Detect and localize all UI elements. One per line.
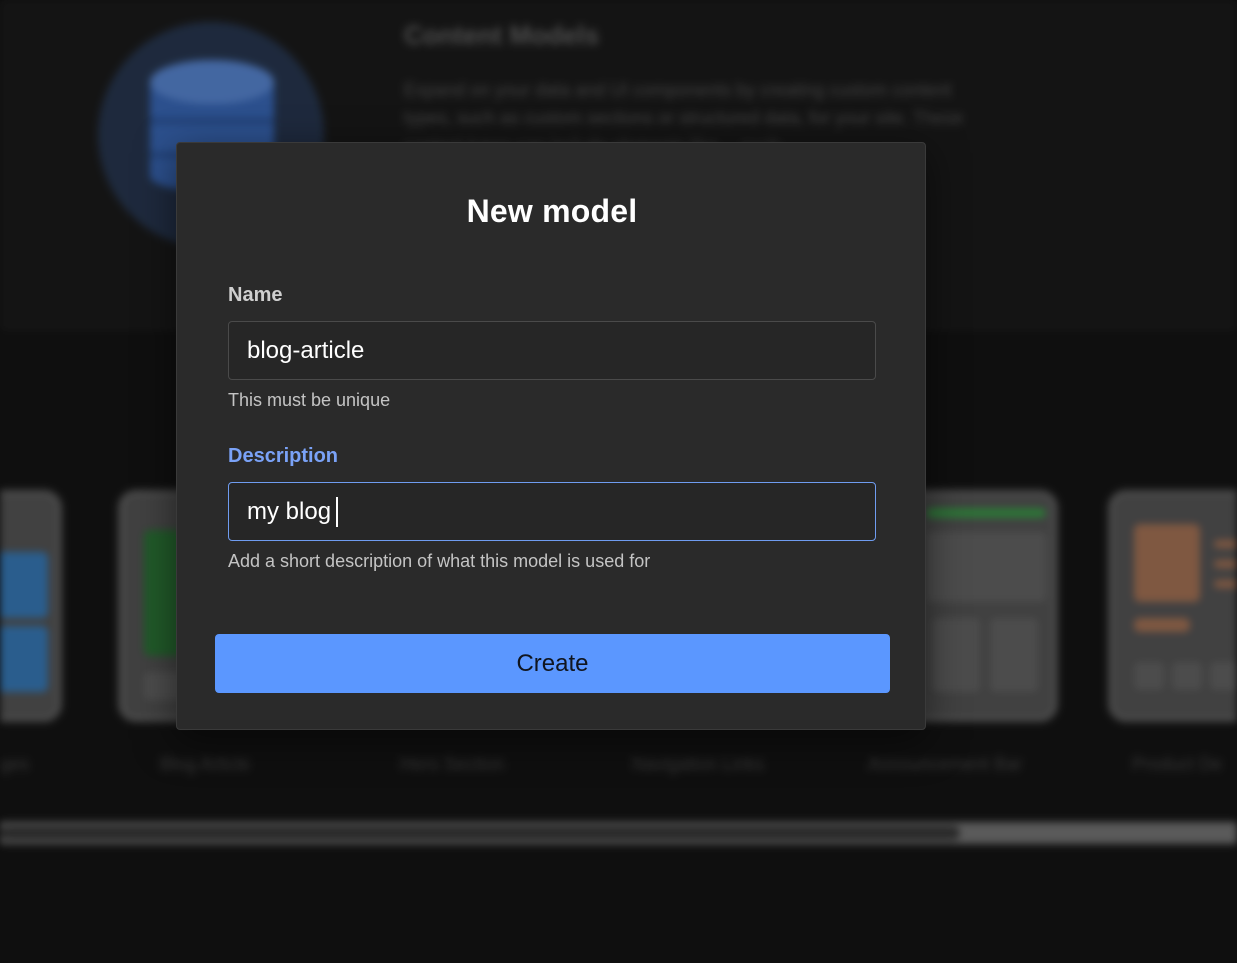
description-label: Description bbox=[228, 445, 339, 467]
text-cursor bbox=[336, 497, 338, 527]
new-model-dialog: New model Name This must be unique Descr… bbox=[176, 142, 926, 730]
description-hint: Add a short description of what this mod… bbox=[228, 551, 651, 571]
name-hint: This must be unique bbox=[228, 390, 391, 410]
name-label: Name bbox=[228, 284, 283, 306]
dialog-title: New model bbox=[466, 193, 638, 229]
name-input[interactable] bbox=[228, 321, 876, 380]
create-button[interactable]: Create bbox=[215, 634, 890, 693]
description-input[interactable] bbox=[228, 482, 876, 541]
